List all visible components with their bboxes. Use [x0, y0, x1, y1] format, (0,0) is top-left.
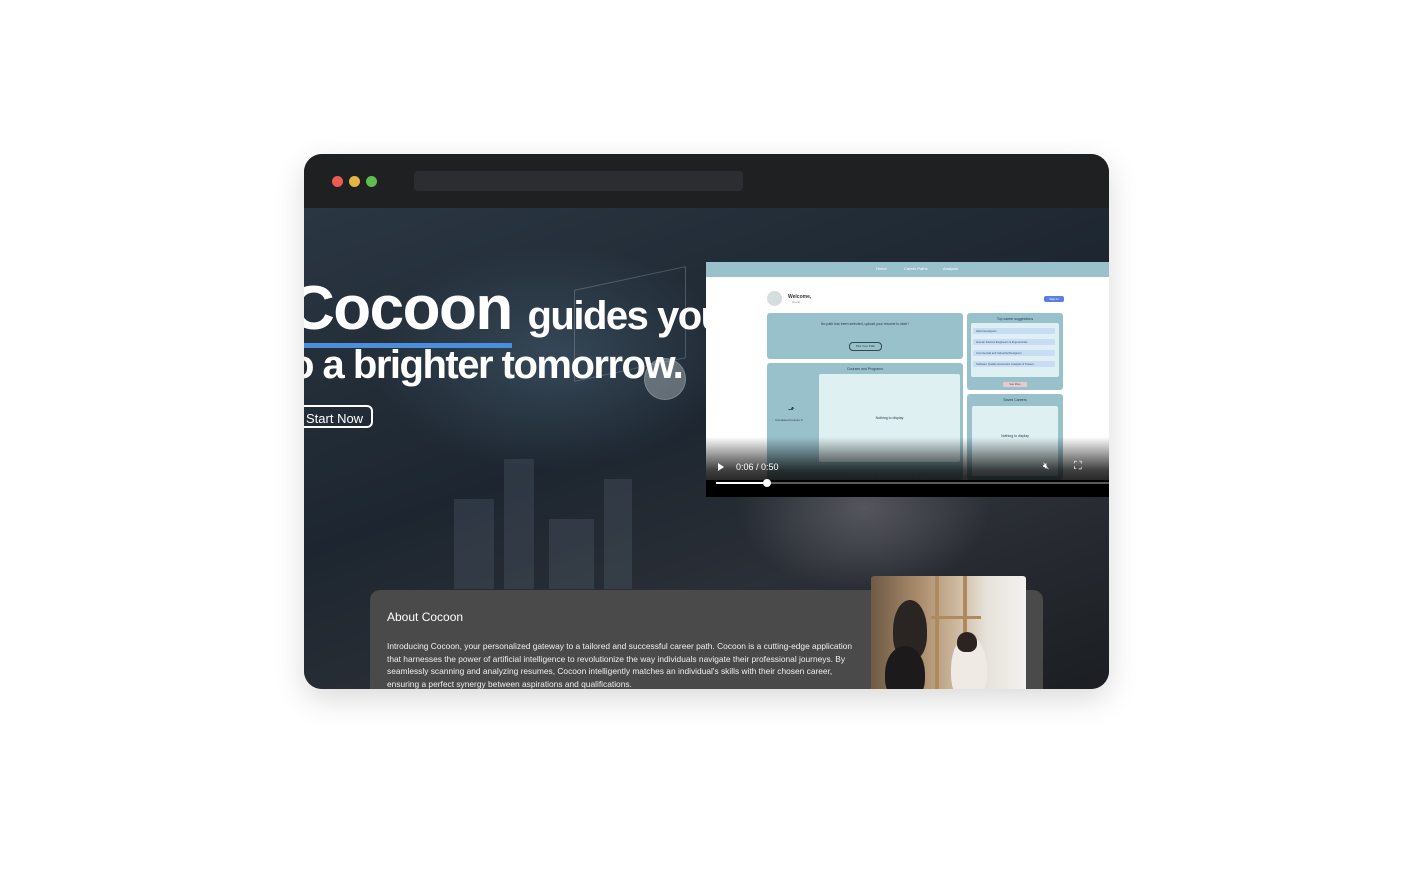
page-viewport: Cocoon guides you o a brighter tomorrow.…	[304, 208, 1109, 689]
minimize-window-dot[interactable]	[349, 176, 360, 187]
background-building	[454, 499, 494, 589]
video-nav-item: Analysis	[943, 266, 958, 271]
video-guest: Guest	[792, 300, 801, 304]
video-nav-item: Home	[876, 266, 887, 271]
start-now-button[interactable]: Start Now	[304, 405, 373, 428]
video-path-card: No path has been selected, upload your r…	[767, 313, 963, 359]
video-plot-path-button: Plot Your Path	[849, 342, 882, 351]
hero-brand: Cocoon	[304, 274, 513, 348]
video-scrubber[interactable]	[716, 479, 1109, 487]
video-nothing: Nothing to display	[875, 416, 904, 420]
video-suggestion: Web Developers	[973, 328, 1055, 334]
about-title: About Cocoon	[387, 610, 464, 624]
photo-person	[957, 632, 977, 652]
video-progress-fill	[716, 482, 768, 484]
hero-tagline: guides you	[527, 294, 725, 338]
video-caption: Click one move to view possible careers	[846, 474, 971, 481]
browser-window: Cocoon guides you o a brighter tomorrow.…	[304, 154, 1109, 689]
about-body: Introducing Cocoon, your personalized ga…	[387, 641, 853, 689]
about-photo	[871, 576, 1026, 689]
volume-muted-icon[interactable]: 🔇︎	[1043, 461, 1049, 472]
avatar	[767, 291, 782, 306]
video-nav-item: Career Paths	[904, 266, 928, 271]
video-suggestion: Human Factors Engineers & Ergonomists	[973, 339, 1055, 345]
background-building	[549, 519, 594, 589]
courses-icon: ⬏	[788, 405, 795, 414]
fullscreen-icon[interactable]: ⛶	[1074, 460, 1082, 473]
address-bar[interactable]	[414, 171, 743, 191]
video-courses-title: Courses and Programs	[847, 367, 883, 371]
maximize-window-dot[interactable]	[366, 176, 377, 187]
video-time: 0:06 / 0:50	[736, 462, 779, 472]
video-app-navbar: Home Career Paths Analysis	[706, 262, 1109, 277]
browser-titlebar	[304, 154, 1109, 208]
hero-tagline-line2: o a brighter tomorrow.	[304, 343, 684, 387]
video-suggestions-list: Web Developers Human Factors Engineers &…	[971, 323, 1059, 377]
play-icon[interactable]	[718, 463, 724, 471]
photo-shelf	[935, 576, 939, 689]
photo-shelf	[931, 616, 981, 619]
video-suggestions-title: Top career suggestions	[996, 317, 1034, 321]
hero-headline: Cocoon guides you o a brighter tomorrow.	[304, 274, 725, 387]
video-saved-title: Saved Careers	[1003, 398, 1027, 402]
close-window-dot[interactable]	[332, 176, 343, 187]
video-completed-label: Completed Courses: 0	[775, 418, 803, 422]
video-suggestions-card: Top career suggestions Web Developers Hu…	[967, 313, 1063, 390]
background-building	[504, 459, 534, 589]
video-suggestion: Commercial and Industrial Designers	[973, 350, 1055, 356]
video-signin-button: Sign In	[1044, 296, 1064, 302]
video-see-more: See More	[1003, 382, 1027, 387]
background-building	[604, 479, 632, 589]
video-path-text: No path has been selected, upload your r…	[820, 322, 910, 326]
video-suggestion: Software Quality Assurance Analysts & Te…	[973, 361, 1055, 367]
demo-video-player[interactable]: Home Career Paths Analysis Welcome, Gues…	[706, 262, 1109, 497]
